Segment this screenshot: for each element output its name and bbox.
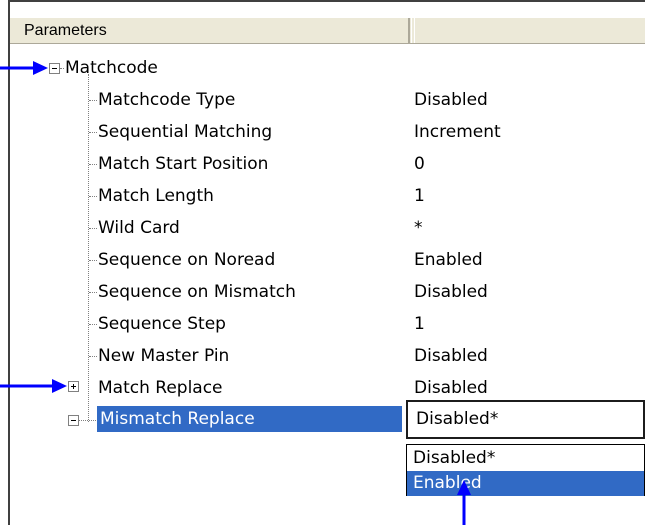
arrowhead-icon (457, 480, 471, 495)
callout-arrows (0, 61, 471, 525)
arrowhead-icon (52, 379, 67, 393)
arrowhead-icon (33, 61, 48, 75)
